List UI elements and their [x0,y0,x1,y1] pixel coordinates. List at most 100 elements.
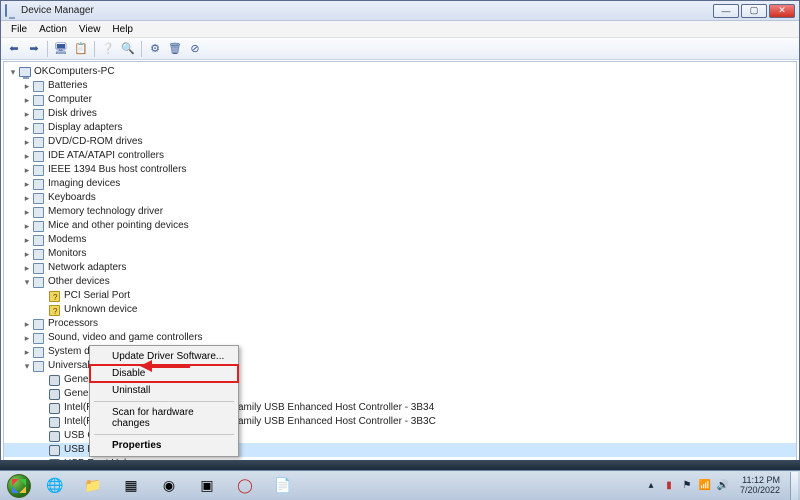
context-menu-item[interactable]: Properties [90,437,238,454]
toolbar-scan-icon[interactable]: 🔍 [119,40,137,58]
tree-node[interactable]: ▸ Sound, video and game controllers [4,331,796,345]
expand-icon[interactable]: ▸ [22,247,32,261]
tree-node[interactable]: ▸Computer [4,93,796,107]
tree-node[interactable]: ▸Memory technology driver [4,205,796,219]
expand-icon[interactable]: ▸ [22,177,32,191]
device-icon [32,248,45,261]
tree-node[interactable]: ▸Keyboards [4,191,796,205]
expand-icon[interactable]: ▸ [22,121,32,135]
device-icon [32,80,45,93]
tree-node[interactable]: ▸Batteries [4,79,796,93]
device-icon [32,178,45,191]
device-icon [32,276,45,289]
taskbar-clock[interactable]: 11:12 PM 7/20/2022 [734,476,786,495]
taskbar-ie-icon[interactable]: 🌐 [37,474,73,498]
toolbar-help-icon[interactable]: ❔ [99,40,117,58]
maximize-button[interactable]: ▢ [741,4,767,18]
tree-node[interactable]: ▸ Monitors [4,247,796,261]
minimize-button[interactable]: — [713,4,739,18]
taskbar-app3-icon[interactable]: 📄 [265,474,301,498]
toolbar-disable-icon[interactable]: ⊘ [186,40,204,58]
toolbar-view-icon[interactable]: 🖥 [52,40,70,58]
menu-view[interactable]: View [73,24,107,35]
tray-flag-icon[interactable]: ⚑ [680,479,694,493]
device-icon [32,220,45,233]
device-icon [48,402,61,415]
device-icon [32,206,45,219]
context-menu-item[interactable]: Uninstall [90,382,238,399]
tree-node[interactable]: ▸ Imaging devices [4,177,796,191]
tree-node-label: Modems [48,233,90,247]
device-icon [48,290,61,303]
expand-icon[interactable]: ▸ [22,191,32,205]
expand-icon[interactable]: ▸ [22,79,32,93]
tree-node-label: Unknown device [64,303,141,317]
tree-node-label: Monitors [48,247,90,261]
tree-node[interactable]: Unknown device [4,303,796,317]
tray-volume-icon[interactable]: 🔊 [716,479,730,493]
device-icon [32,122,45,135]
tree-node[interactable]: ▸Processors [4,317,796,331]
context-menu-item[interactable]: Scan for hardware changes [90,404,238,432]
device-icon [32,360,45,373]
expand-icon[interactable]: ▾ [22,359,32,373]
toolbar-update-icon[interactable]: ⚙ [146,40,164,58]
toolbar-uninstall-icon[interactable]: 🗑 [166,40,184,58]
expand-icon[interactable]: ▸ [22,345,32,359]
taskbar-explorer-icon[interactable]: 📁 [75,474,111,498]
tree-node[interactable]: ▸IEEE 1394 Bus host controllers [4,163,796,177]
show-desktop-button[interactable] [790,472,798,500]
expand-icon[interactable]: ▸ [22,93,32,107]
window-title: Device Manager [21,5,711,16]
context-menu-item[interactable]: Disable [90,365,238,382]
toolbar-properties-icon[interactable]: 📋 [72,40,90,58]
taskbar-app2-icon[interactable]: ▣ [189,474,225,498]
tree-node[interactable]: ▸DVD/CD-ROM drives [4,135,796,149]
tree-node-label: Other devices [48,275,114,289]
taskbar-app1-icon[interactable]: ▦ [113,474,149,498]
tree-node-label: Imaging devices [48,177,124,191]
taskbar-opera-icon[interactable]: ◯ [227,474,263,498]
expand-icon[interactable]: ▸ [22,205,32,219]
expand-icon[interactable]: ▸ [22,163,32,177]
tree-node[interactable]: ▸Display adapters [4,121,796,135]
tree-node-label: Disk drives [48,107,101,121]
titlebar[interactable]: Device Manager — ▢ ✕ [1,1,799,21]
tray-app-icon[interactable]: ▮ [662,479,676,493]
tray-network-icon[interactable]: 📶 [698,479,712,493]
tree-node[interactable]: ▾OKComputers-PC [4,65,796,79]
context-menu-separator [94,401,234,402]
tree-node[interactable]: PCI Serial Port [4,289,796,303]
tree-node[interactable]: ▸ Disk drives [4,107,796,121]
tree-node[interactable]: ▸Mice and other pointing devices [4,219,796,233]
context-menu-item[interactable]: Update Driver Software... [90,348,238,365]
expand-icon[interactable]: ▸ [22,135,32,149]
close-button[interactable]: ✕ [769,4,795,18]
tree-node[interactable]: ▾ Other devices [4,275,796,289]
expand-icon[interactable]: ▸ [22,261,32,275]
expand-icon[interactable]: ▸ [22,219,32,233]
tree-node[interactable]: ▸ Modems [4,233,796,247]
expand-icon[interactable]: ▸ [22,331,32,345]
forward-button[interactable]: ➡ [25,40,43,58]
device-icon [32,94,45,107]
tree-node[interactable]: ▸Network adapters [4,261,796,275]
tray-show-hidden-icon[interactable]: ▴ [644,479,658,493]
start-button[interactable] [2,473,36,499]
tree-node-label: Sound, video and game controllers [48,331,207,345]
back-button[interactable]: ⬅ [5,40,23,58]
device-icon [48,416,61,429]
device-icon [32,108,45,121]
expand-icon[interactable]: ▸ [22,107,32,121]
device-icon [32,164,45,177]
expand-icon[interactable]: ▸ [22,317,32,331]
tree-node[interactable]: ▸IDE ATA/ATAPI controllers [4,149,796,163]
expand-icon[interactable]: ▸ [22,233,32,247]
expand-icon[interactable]: ▸ [22,149,32,163]
taskbar-chrome-icon[interactable]: ◉ [151,474,187,498]
expand-icon[interactable]: ▾ [8,65,18,79]
menu-file[interactable]: File [5,24,33,35]
menu-help[interactable]: Help [106,24,139,35]
expand-icon[interactable]: ▾ [22,275,32,289]
menu-action[interactable]: Action [33,24,73,35]
